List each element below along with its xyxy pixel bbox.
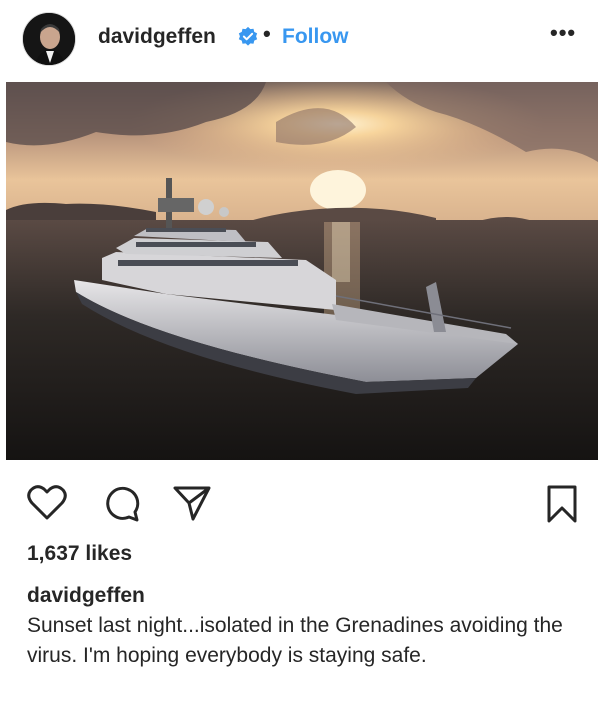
action-bar [0, 478, 605, 528]
header-username[interactable]: davidgeffen [98, 24, 216, 50]
post-header: davidgeffen • Follow ••• [0, 0, 605, 76]
bookmark-icon[interactable] [546, 484, 578, 524]
likes-count[interactable]: 1,637 likes [27, 541, 132, 567]
avatar[interactable] [22, 12, 76, 66]
verified-badge-icon [238, 26, 258, 46]
follow-button[interactable]: Follow [282, 24, 349, 50]
caption-username[interactable]: davidgeffen [27, 583, 145, 609]
heart-icon[interactable] [26, 484, 68, 522]
caption-text: Sunset last night...isolated in the Gren… [27, 614, 563, 667]
header-separator: • [263, 21, 271, 46]
more-options-icon[interactable]: ••• [550, 20, 576, 46]
comment-icon[interactable] [102, 484, 140, 522]
post-photo[interactable] [6, 82, 598, 460]
share-icon[interactable] [172, 484, 212, 522]
